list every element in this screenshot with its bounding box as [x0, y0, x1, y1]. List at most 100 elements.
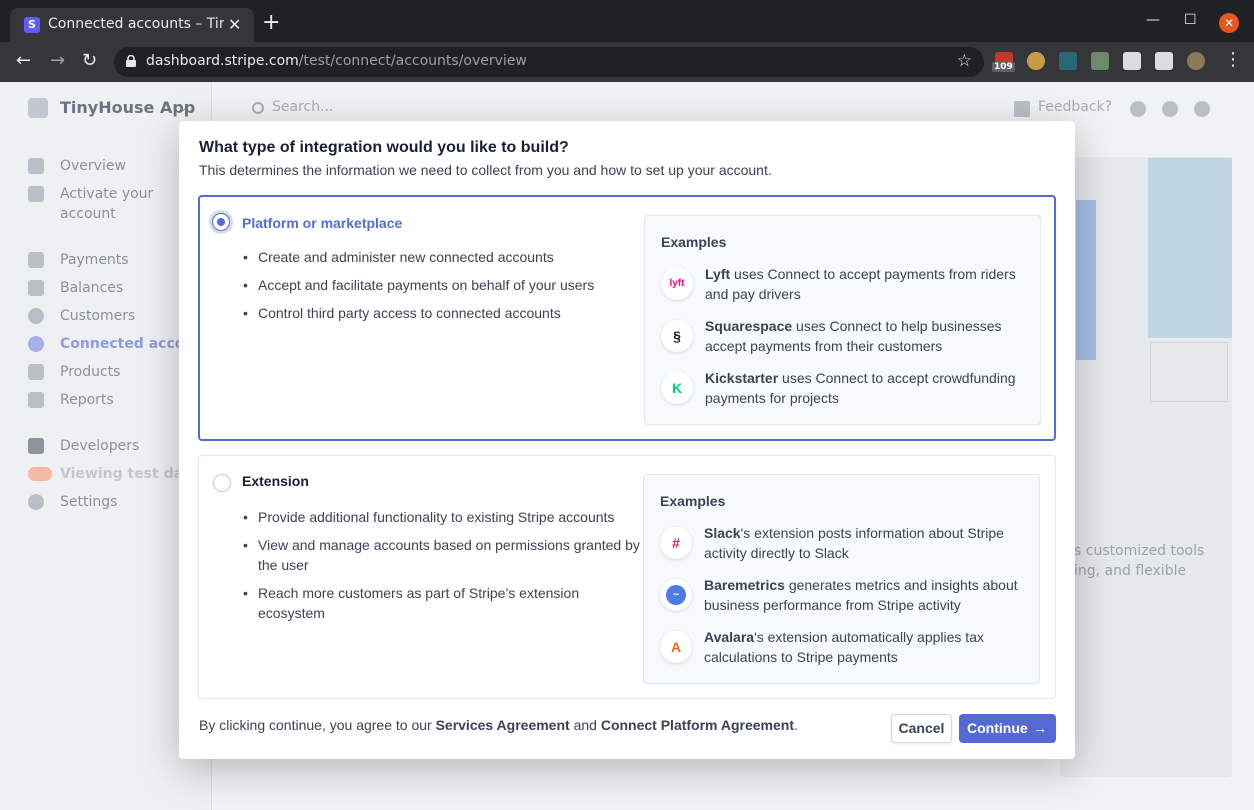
checklist-icon	[28, 186, 44, 202]
new-tab-icon[interactable]: +	[262, 12, 280, 34]
balances-icon	[28, 280, 44, 296]
background-text: s customized tools ing, and flexible	[1074, 543, 1205, 579]
baremetrics-logo-icon: ~	[660, 579, 692, 611]
list-item: Provide additional functionality to exis…	[240, 507, 640, 527]
box-icon	[28, 364, 44, 380]
feedback-link[interactable]: Feedback?	[1038, 99, 1112, 115]
customers-icon	[28, 308, 44, 324]
background-illustration	[1148, 158, 1232, 338]
search-icon	[252, 102, 264, 114]
cancel-button[interactable]: Cancel	[891, 714, 952, 743]
option-extension[interactable]: Extension Provide additional functionali…	[198, 455, 1056, 699]
address-bar[interactable]: dashboard.stripe.com/test/connect/accoun…	[114, 47, 984, 77]
bookmark-star-icon[interactable]: ☆	[957, 51, 972, 71]
example-text: Baremetrics generates metrics and insigh…	[704, 577, 1018, 613]
examples-heading: Examples	[661, 234, 727, 250]
agreement-text: By clicking continue, you agree to our S…	[199, 717, 798, 733]
app-logo-icon	[28, 98, 48, 118]
browser-toolbar: ← → ↻ dashboard.stripe.com/test/connect/…	[0, 42, 1254, 82]
list-item: Create and administer new connected acco…	[240, 247, 640, 267]
forward-icon[interactable]: →	[50, 51, 65, 71]
continue-button-label: Continue	[967, 720, 1028, 736]
user-icon[interactable]	[1194, 101, 1210, 117]
sidebar-item-label: Reports	[60, 392, 114, 408]
squarespace-logo-icon: §	[661, 320, 693, 352]
search-input[interactable]: Search...	[272, 99, 333, 115]
browser-tab[interactable]: S Connected accounts – Tin ✕	[10, 8, 254, 42]
examples-heading: Examples	[660, 493, 726, 509]
sidebar-item-label: account	[60, 206, 116, 222]
globe-icon	[28, 336, 44, 352]
services-agreement-link[interactable]: Services Agreement	[436, 717, 570, 733]
list-item: Reach more customers as part of Stripe’s…	[240, 583, 640, 623]
terminal-icon	[28, 438, 44, 454]
option-bullet-list: Create and administer new connected acco…	[240, 247, 640, 331]
avalara-logo-icon: A	[660, 631, 692, 663]
sidebar-item-label: Balances	[60, 280, 124, 296]
extension-icon[interactable]	[1091, 52, 1109, 70]
gear-icon	[28, 494, 44, 510]
option-title: Platform or marketplace	[242, 215, 403, 231]
tab-close-icon[interactable]: ✕	[228, 15, 241, 34]
bell-icon[interactable]	[1130, 101, 1146, 117]
list-item: Control third party access to connected …	[240, 303, 640, 323]
radio-platform-marketplace[interactable]	[212, 213, 230, 231]
tab-title: Connected accounts – Tin	[48, 16, 224, 32]
example-text: Lyft uses Connect to accept payments fro…	[705, 266, 1016, 302]
help-icon[interactable]	[1162, 101, 1178, 117]
browser-menu-icon[interactable]: ⋮	[1224, 50, 1242, 70]
arrow-right-icon: →	[1033, 720, 1047, 736]
window-close-icon[interactable]: ✕	[1219, 13, 1239, 33]
cookie-extension-icon[interactable]	[1027, 52, 1045, 70]
modal-subtitle: This determines the information we need …	[199, 162, 772, 178]
n-extension-icon[interactable]	[1059, 52, 1077, 70]
connect-platform-agreement-link[interactable]: Connect Platform Agreement	[601, 717, 794, 733]
example-text: Avalara's extension automatically applie…	[704, 629, 984, 665]
payments-icon	[28, 252, 44, 268]
sidebar-item-label: Customers	[60, 308, 136, 324]
back-icon[interactable]: ←	[16, 51, 31, 71]
maximize-icon[interactable]: ☐	[1184, 12, 1197, 28]
slack-logo-icon: #	[660, 527, 692, 559]
example-text: Squarespace uses Connect to help busines…	[705, 318, 1002, 354]
minimize-icon[interactable]: —	[1146, 12, 1160, 28]
list-item: Accept and facilitate payments on behalf…	[240, 275, 640, 295]
lock-icon	[126, 55, 136, 67]
examples-panel: Examples # Slack's extension posts infor…	[643, 474, 1040, 684]
sidebar-item-label: Payments	[60, 252, 129, 268]
sidebar-item-label: Settings	[60, 494, 118, 510]
sidebar-item-label: Overview	[60, 158, 126, 174]
browser-tab-bar: S Connected accounts – Tin ✕ + — ☐ ✕	[0, 0, 1254, 42]
extension-badge: 109	[992, 62, 1015, 72]
list-item: View and manage accounts based on permis…	[240, 535, 640, 575]
toggle-switch[interactable]	[28, 467, 52, 481]
examples-panel: Examples lyft Lyft uses Connect to accep…	[644, 215, 1041, 425]
example-text: Slack's extension posts information abou…	[704, 525, 1004, 561]
example-text: Kickstarter uses Connect to accept crowd…	[705, 370, 1016, 406]
stripe-favicon-icon: S	[24, 17, 40, 33]
app-name[interactable]: TinyHouse App	[60, 98, 195, 117]
modal-title: What type of integration would you like …	[199, 139, 569, 156]
option-title: Extension	[242, 473, 309, 489]
background-illustration	[1076, 200, 1096, 360]
puzzle-extensions-icon[interactable]	[1123, 52, 1141, 70]
option-platform-marketplace[interactable]: Platform or marketplace Create and admin…	[198, 195, 1056, 441]
url-text: dashboard.stripe.com/test/connect/accoun…	[146, 53, 527, 69]
profile-avatar[interactable]	[1187, 52, 1205, 70]
background-illustration	[1150, 342, 1228, 402]
integration-type-modal: What type of integration would you like …	[179, 121, 1075, 759]
megaphone-icon	[1014, 101, 1030, 117]
sidebar-item-label: Products	[60, 364, 121, 380]
reload-icon[interactable]: ↻	[82, 51, 97, 71]
sidebar-item-label: Activate your	[60, 186, 154, 202]
kickstarter-logo-icon: K	[661, 372, 693, 404]
media-control-icon[interactable]	[1155, 52, 1173, 70]
continue-button[interactable]: Continue →	[959, 714, 1056, 743]
chevron-down-icon[interactable]: ⌄	[178, 100, 188, 114]
radio-extension[interactable]	[213, 474, 231, 492]
option-bullet-list: Provide additional functionality to exis…	[240, 507, 640, 631]
home-icon	[28, 158, 44, 174]
reports-icon	[28, 392, 44, 408]
lyft-logo-icon: lyft	[661, 268, 693, 300]
sidebar-item-label: Developers	[60, 438, 140, 454]
